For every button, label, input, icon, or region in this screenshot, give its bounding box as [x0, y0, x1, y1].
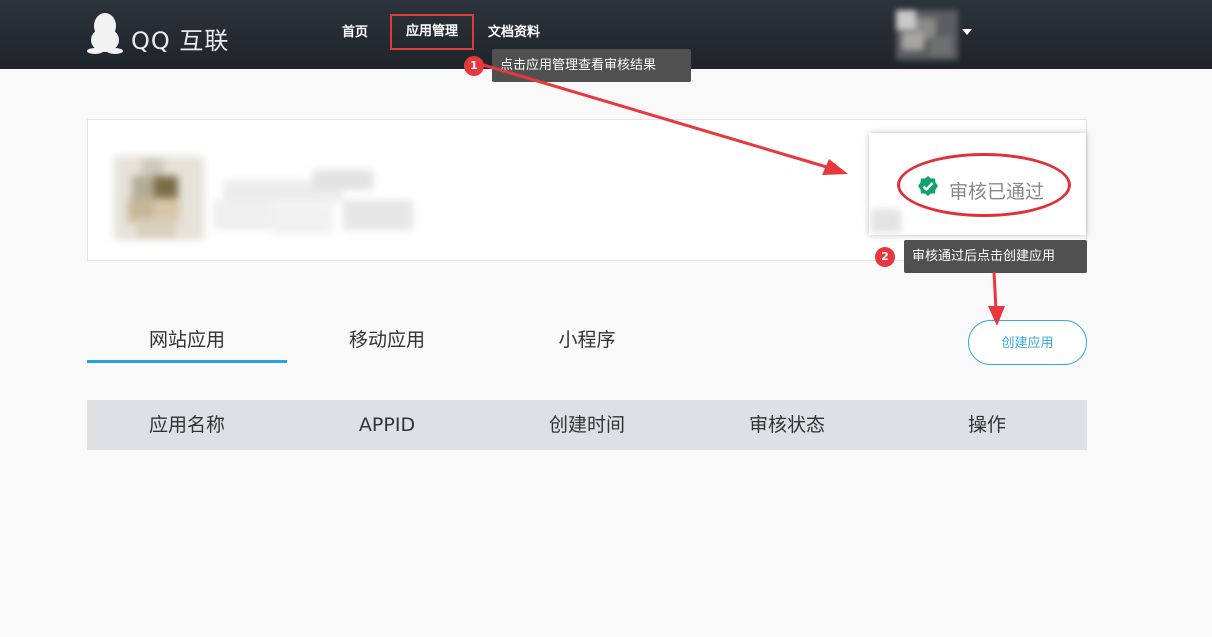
arrow-to-create-button-head — [988, 306, 1005, 326]
arrow-to-status — [479, 62, 831, 170]
annotation-arrows — [479, 62, 1005, 326]
arrow-to-status-head — [822, 159, 848, 175]
arrow-to-create-button — [992, 271, 998, 311]
